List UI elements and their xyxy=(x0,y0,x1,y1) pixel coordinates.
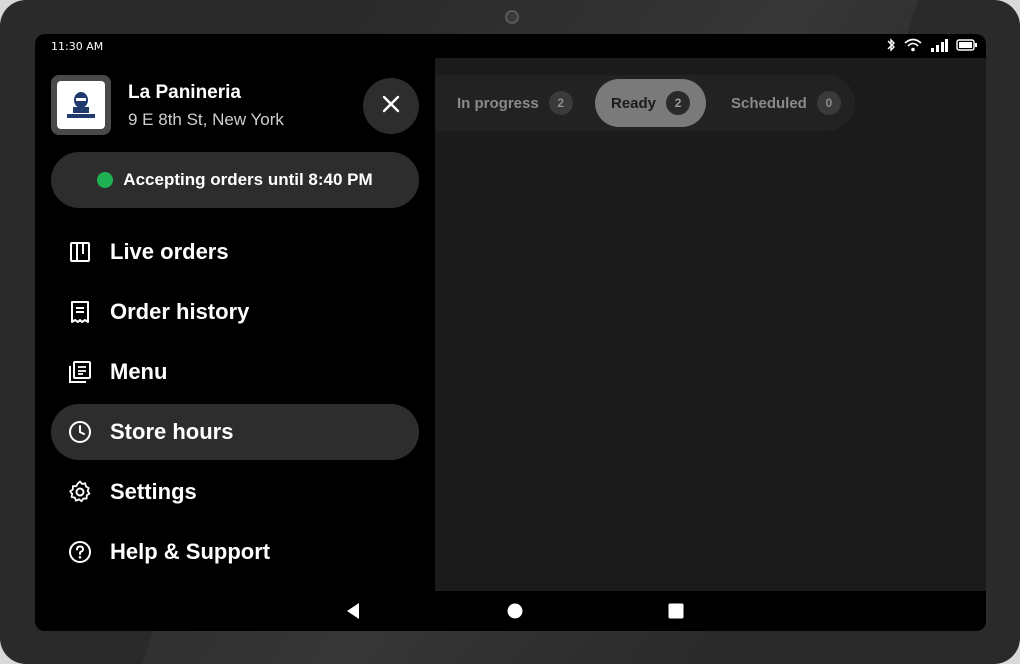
status-dot xyxy=(97,172,114,188)
close-drawer-button[interactable] xyxy=(363,78,419,134)
status-time: 11:30 AM xyxy=(51,40,104,53)
tab-in-progress[interactable]: In progress 2 xyxy=(441,79,589,127)
tab-label: Ready xyxy=(611,94,657,112)
wifi-icon xyxy=(904,38,922,52)
store-logo xyxy=(51,75,111,135)
camera-icon xyxy=(505,10,519,24)
order-status-tabs: In progress 2 Ready 2 Scheduled 0 xyxy=(435,75,855,131)
tablet-frame: 11:30 AM In progress 2 Ready 2 Scheduled… xyxy=(0,0,1020,664)
clock-icon xyxy=(68,420,92,444)
tab-label: In progress xyxy=(457,94,539,112)
bluetooth-icon xyxy=(886,38,896,52)
nav-item-label: Order history xyxy=(110,299,250,324)
nav-item-live-orders[interactable]: Live orders xyxy=(51,224,419,280)
store-logo-image xyxy=(57,81,105,129)
menu-book-icon xyxy=(68,360,92,384)
recents-icon[interactable] xyxy=(667,601,685,625)
battery-icon xyxy=(956,38,978,52)
nav-item-label: Settings xyxy=(110,479,197,504)
nav-item-settings[interactable]: Settings xyxy=(51,464,419,520)
home-icon[interactable] xyxy=(506,601,524,625)
store-address: 9 E 8th St, New York xyxy=(128,110,284,129)
nav-item-help-support[interactable]: Help & Support xyxy=(51,524,419,580)
nav-item-label: Help & Support xyxy=(110,539,271,564)
nav-item-label: Menu xyxy=(110,359,168,384)
tab-ready[interactable]: Ready 2 xyxy=(595,79,707,127)
back-icon[interactable] xyxy=(344,601,362,625)
help-icon xyxy=(68,540,92,564)
tab-count-badge: 2 xyxy=(548,91,573,115)
tab-count-badge: 2 xyxy=(666,91,691,115)
screen: 11:30 AM In progress 2 Ready 2 Scheduled… xyxy=(35,34,986,631)
close-icon xyxy=(381,94,401,118)
nav-item-menu[interactable]: Menu xyxy=(51,344,419,400)
accepting-orders-button[interactable]: Accepting orders until 8:40 PM xyxy=(51,152,419,208)
navigation-drawer: La Panineria 9 E 8th St, New York Accept… xyxy=(35,58,435,591)
nav-item-label: Live orders xyxy=(110,239,229,264)
system-navigation-bar xyxy=(35,591,986,631)
accepting-orders-label: Accepting orders until 8:40 PM xyxy=(123,170,373,189)
status-icons xyxy=(886,38,978,52)
signal-icon xyxy=(930,38,948,52)
orders-panel: In progress 2 Ready 2 Scheduled 0 xyxy=(435,58,986,591)
nav-item-order-history[interactable]: Order history xyxy=(51,284,419,340)
nav-item-store-hours[interactable]: Store hours xyxy=(51,404,419,460)
tab-scheduled[interactable]: Scheduled 0 xyxy=(715,79,857,127)
store-name: La Panineria xyxy=(128,82,241,103)
status-bar: 11:30 AM xyxy=(35,34,986,58)
board-icon xyxy=(68,240,92,264)
tab-count-badge: 0 xyxy=(816,91,841,115)
tab-label: Scheduled xyxy=(731,94,807,112)
receipt-icon xyxy=(68,300,92,324)
gear-icon xyxy=(68,480,92,504)
nav-item-label: Store hours xyxy=(110,419,234,444)
